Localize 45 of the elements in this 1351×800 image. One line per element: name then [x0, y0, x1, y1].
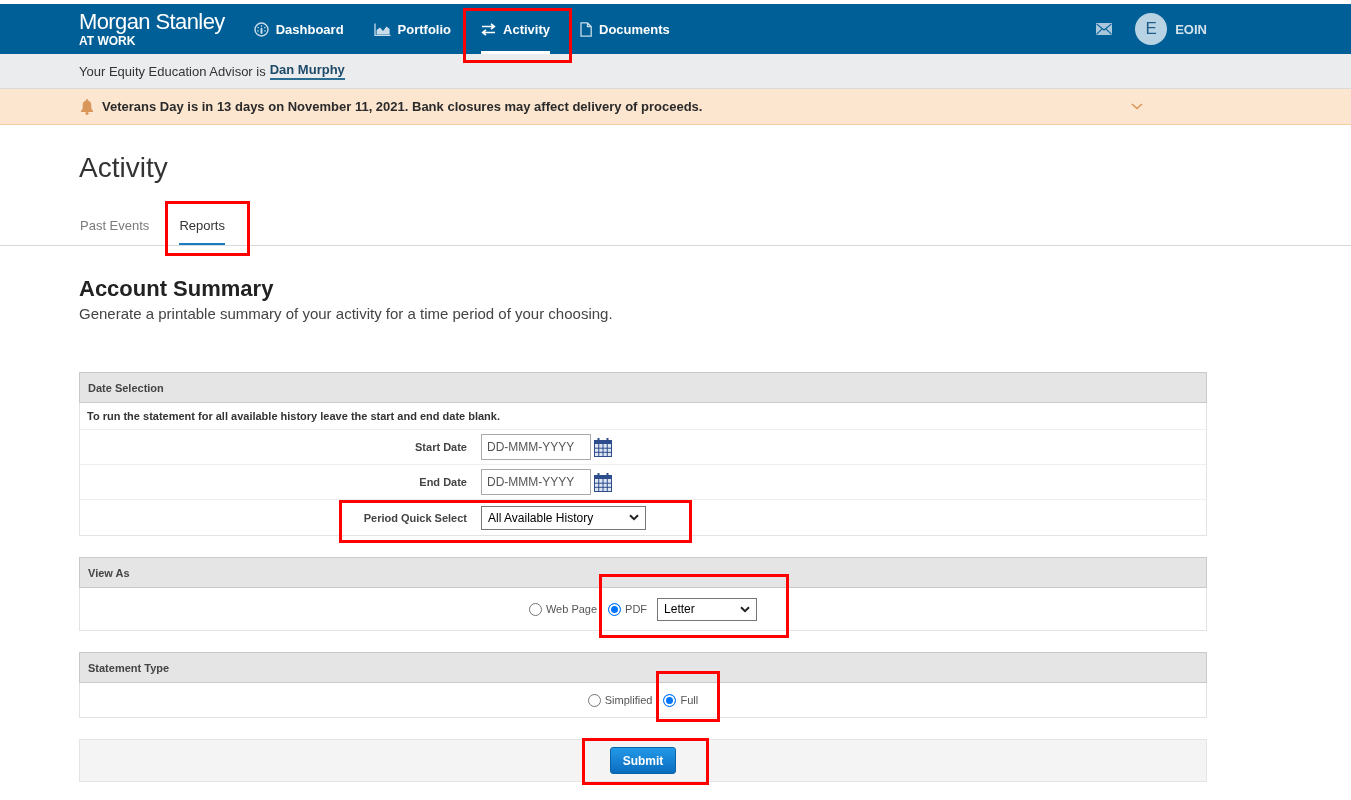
caret-icon: [629, 514, 639, 521]
nav-link[interactable]: Documents: [580, 4, 670, 54]
radio-label[interactable]: Simplified: [604, 694, 653, 706]
logo-text: Morgan Stanley: [79, 10, 225, 34]
logo-tagline: AT WORK: [79, 35, 137, 48]
gauge-icon: [253, 21, 269, 37]
paper-size-dropdown[interactable]: Letter: [657, 597, 758, 621]
period-dropdown[interactable]: All Available History: [481, 505, 646, 530]
mail-icon[interactable]: [1096, 23, 1113, 35]
radio-label[interactable]: Full: [680, 694, 699, 706]
section-title: Account Summary: [79, 276, 275, 302]
tab[interactable]: Reports: [179, 212, 225, 245]
hint-text: To run the statement for all available history leave the start and end date blank.: [87, 410, 500, 422]
calendar-icon[interactable]: [594, 472, 612, 492]
document-icon: [580, 21, 592, 37]
calendar-icon[interactable]: [594, 437, 612, 457]
tab[interactable]: Past Events: [80, 212, 150, 245]
bell-icon: [80, 98, 94, 115]
advisor-label: Your Equity Education Advisor is: [79, 63, 266, 79]
field-label: End Date: [418, 476, 467, 488]
section-header: Statement Type: [79, 652, 1207, 683]
section-header: View As: [79, 557, 1207, 588]
submit-button[interactable]: Submit: [610, 747, 676, 774]
caret-icon: [740, 605, 751, 613]
swap-arrows-icon: [481, 22, 497, 36]
nav-link[interactable]: Portfolio: [373, 4, 452, 54]
advisor-link[interactable]: Dan Murphy: [269, 62, 345, 80]
radio-button[interactable]: [608, 602, 622, 616]
radio-label[interactable]: PDF: [625, 603, 648, 615]
section-description: Generate a printable summary of your activity for a time period of your choosing.: [79, 305, 614, 323]
radio-button[interactable]: [663, 693, 677, 707]
nav-link[interactable]: Dashboard: [253, 4, 344, 54]
area-chart-icon: [373, 22, 391, 36]
radio-button[interactable]: [528, 602, 542, 616]
date-input[interactable]: DD-MMM-YYYY: [481, 469, 591, 495]
page-title: Activity: [79, 151, 169, 185]
date-input[interactable]: DD-MMM-YYYY: [481, 434, 591, 460]
field-label: Period Quick Select: [362, 511, 467, 524]
radio-label[interactable]: Web Page: [545, 603, 598, 615]
field-label: Start Date: [414, 441, 467, 453]
user-avatar[interactable]: E: [1135, 13, 1168, 45]
alert-message: Veterans Day is in 13 days on November 11, 2021. Bank closures may affect delivery of proceeds.: [102, 99, 703, 114]
section-header: Date Selection: [79, 372, 1207, 403]
user-name[interactable]: EOIN: [1175, 21, 1207, 37]
radio-button[interactable]: [587, 693, 601, 707]
